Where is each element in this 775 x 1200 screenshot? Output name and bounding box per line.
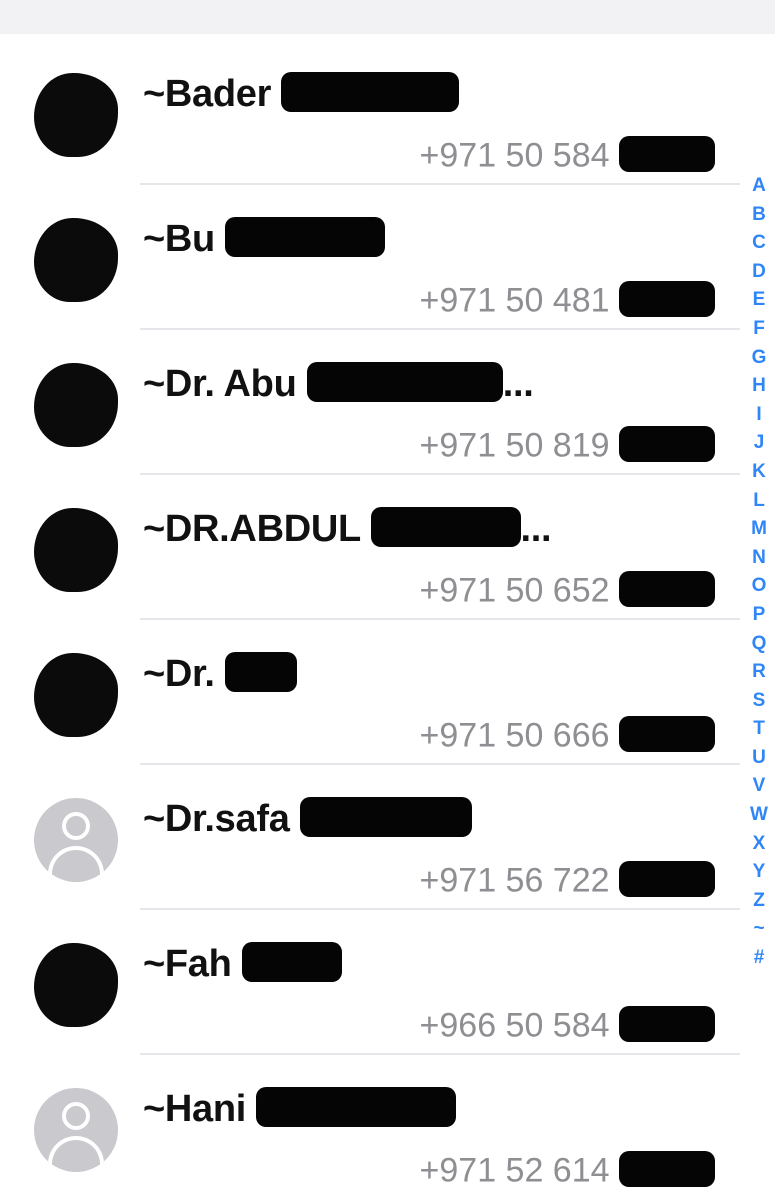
- index-letter[interactable]: Y: [748, 858, 770, 887]
- contact-name: ~Bader: [143, 72, 460, 116]
- contact-name: ~DR.ABDUL ...: [143, 507, 552, 551]
- redaction-mark: [299, 797, 472, 837]
- index-letter[interactable]: R: [748, 658, 770, 687]
- contact-row[interactable]: ~Fah +966 50 584: [0, 910, 745, 1055]
- redaction-mark: [619, 716, 715, 752]
- redaction-mark: [619, 861, 715, 897]
- contact-name: ~Bu: [143, 217, 386, 261]
- index-letter[interactable]: #: [748, 944, 770, 973]
- index-letter[interactable]: I: [748, 401, 770, 430]
- contact-phone: +971 50 584: [420, 136, 715, 176]
- index-letter[interactable]: M: [748, 515, 770, 544]
- contact-phone: +966 50 584: [420, 1006, 715, 1046]
- contact-row[interactable]: ~Dr. +971 50 666: [0, 620, 745, 765]
- photo-redacted-icon: [34, 218, 118, 302]
- contact-row[interactable]: ~Dr. Abu ... +971 50 819: [0, 330, 745, 475]
- redaction-mark: [619, 1006, 715, 1042]
- index-letter[interactable]: C: [748, 229, 770, 258]
- default-person-icon: [34, 798, 118, 882]
- contact-phone: +971 56 722: [420, 861, 715, 901]
- index-letter[interactable]: ~: [748, 915, 770, 944]
- contact-phone: +971 50 819: [420, 426, 715, 466]
- redaction-mark: [619, 281, 715, 317]
- contact-row[interactable]: ~Bader +971 50 584: [0, 40, 745, 185]
- redaction-mark: [619, 136, 715, 172]
- index-letter[interactable]: X: [748, 830, 770, 859]
- contact-row[interactable]: ~DR.ABDUL ... +971 50 652: [0, 475, 745, 620]
- index-letter[interactable]: D: [748, 258, 770, 287]
- index-letter[interactable]: K: [748, 458, 770, 487]
- index-letter[interactable]: T: [748, 715, 770, 744]
- index-letter[interactable]: Z: [748, 887, 770, 916]
- redaction-mark: [225, 217, 386, 257]
- redaction-mark: [619, 426, 715, 462]
- index-letter[interactable]: G: [748, 344, 770, 373]
- contact-row[interactable]: ~Hani +971 52 614: [0, 1055, 745, 1200]
- index-letter[interactable]: N: [748, 544, 770, 573]
- default-person-icon: [34, 1088, 118, 1172]
- index-letter[interactable]: W: [748, 801, 770, 830]
- redaction-mark: [241, 942, 342, 982]
- contact-name: ~Dr.safa: [143, 797, 472, 841]
- contact-phone: +971 50 481: [420, 281, 715, 321]
- redaction-mark: [224, 652, 297, 692]
- top-bar: [0, 0, 775, 34]
- redaction-mark: [281, 72, 460, 112]
- contact-phone: +971 52 614: [420, 1151, 715, 1191]
- photo-redacted-icon: [34, 943, 118, 1027]
- index-letter[interactable]: E: [748, 286, 770, 315]
- contact-name: ~Dr.: [143, 652, 297, 696]
- redaction-mark: [619, 571, 715, 607]
- index-letter[interactable]: L: [748, 487, 770, 516]
- index-letter[interactable]: Q: [748, 630, 770, 659]
- contact-name: ~Dr. Abu ...: [143, 362, 534, 406]
- contact-phone: +971 50 652: [420, 571, 715, 611]
- contact-name: ~Hani: [143, 1087, 457, 1131]
- index-letter[interactable]: J: [748, 429, 770, 458]
- index-letter[interactable]: V: [748, 772, 770, 801]
- photo-redacted-icon: [34, 653, 118, 737]
- index-letter[interactable]: F: [748, 315, 770, 344]
- alphabet-index[interactable]: A B C D E F G H I J K L M N O P Q R S T …: [748, 172, 770, 973]
- index-letter[interactable]: P: [748, 601, 770, 630]
- index-letter[interactable]: U: [748, 744, 770, 773]
- contact-row[interactable]: ~Bu +971 50 481: [0, 185, 745, 330]
- photo-redacted-icon: [34, 73, 118, 157]
- contact-row[interactable]: ~Dr.safa +971 56 722: [0, 765, 745, 910]
- contact-name: ~Fah: [143, 942, 342, 986]
- index-letter[interactable]: B: [748, 201, 770, 230]
- redaction-mark: [619, 1151, 715, 1187]
- photo-redacted-icon: [34, 508, 118, 592]
- index-letter[interactable]: O: [748, 572, 770, 601]
- index-letter[interactable]: A: [748, 172, 770, 201]
- contact-phone: +971 50 666: [420, 716, 715, 756]
- redaction-mark: [370, 507, 521, 547]
- redaction-mark: [256, 1087, 457, 1127]
- redaction-mark: [306, 362, 503, 402]
- photo-redacted-icon: [34, 363, 118, 447]
- index-letter[interactable]: S: [748, 687, 770, 716]
- index-letter[interactable]: H: [748, 372, 770, 401]
